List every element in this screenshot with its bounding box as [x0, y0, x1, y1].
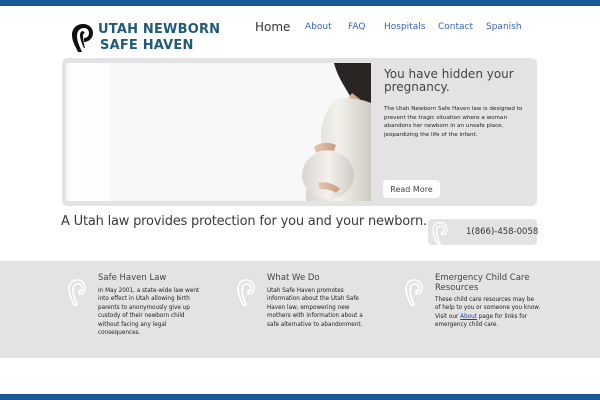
safe-haven-hand-icon: [68, 279, 86, 306]
hero-description: The Utah Newborn Safe Haven law is desig…: [384, 106, 523, 138]
feature-title: What We Do: [267, 273, 320, 283]
feature-emergency-child-care: Emergency Child Care Resources These chi…: [403, 261, 573, 358]
top-accent-bar: [0, 0, 600, 6]
phone-box[interactable]: 1(866)-458-0058: [428, 219, 538, 245]
logo-text-line2: SAFE HAVEN: [100, 38, 194, 53]
feature-text: These child care resources may be of hel…: [435, 296, 541, 330]
footer-bar: [0, 394, 600, 400]
hero-title: You have hidden your pregnancy.: [384, 67, 514, 94]
safe-haven-hand-icon: [405, 279, 423, 306]
feature-safe-haven-law: Safe Haven Law In May 2001, a state-wide…: [66, 261, 236, 358]
main-nav: Home About FAQ Hospitals Contact Spanish: [0, 20, 600, 38]
nav-item-hospitals[interactable]: Hospitals: [384, 22, 425, 32]
feature-title: Safe Haven Law: [98, 273, 167, 283]
nav-item-spanish[interactable]: Spanish: [486, 22, 522, 32]
about-link[interactable]: About: [460, 314, 477, 320]
hero-panel: You have hidden your pregnancy. The Utah…: [62, 58, 537, 206]
safe-haven-hand-icon: [432, 221, 448, 245]
nav-item-faq[interactable]: FAQ: [348, 22, 365, 32]
read-more-button[interactable]: Read More: [383, 180, 440, 198]
phone-number[interactable]: 1(866)-458-0058: [466, 227, 538, 237]
feature-text: Utah Safe Haven promotes information abo…: [267, 288, 363, 328]
nav-item-home[interactable]: Home: [255, 20, 290, 34]
features-band: Safe Haven Law In May 2001, a state-wide…: [0, 261, 600, 358]
pregnant-woman-illustration: [66, 63, 371, 201]
nav-item-about[interactable]: About: [305, 22, 332, 32]
feature-what-we-do: What We Do Utah Safe Haven promotes info…: [235, 261, 405, 358]
feature-title: Emergency Child Care Resources: [435, 273, 530, 293]
safe-haven-hand-icon: [237, 279, 255, 306]
nav-item-contact[interactable]: Contact: [438, 22, 473, 32]
hero-image: [66, 63, 371, 201]
tagline: A Utah law provides protection for you a…: [61, 214, 427, 229]
feature-text: In May 2001, a state-wide law went into …: [98, 288, 200, 337]
